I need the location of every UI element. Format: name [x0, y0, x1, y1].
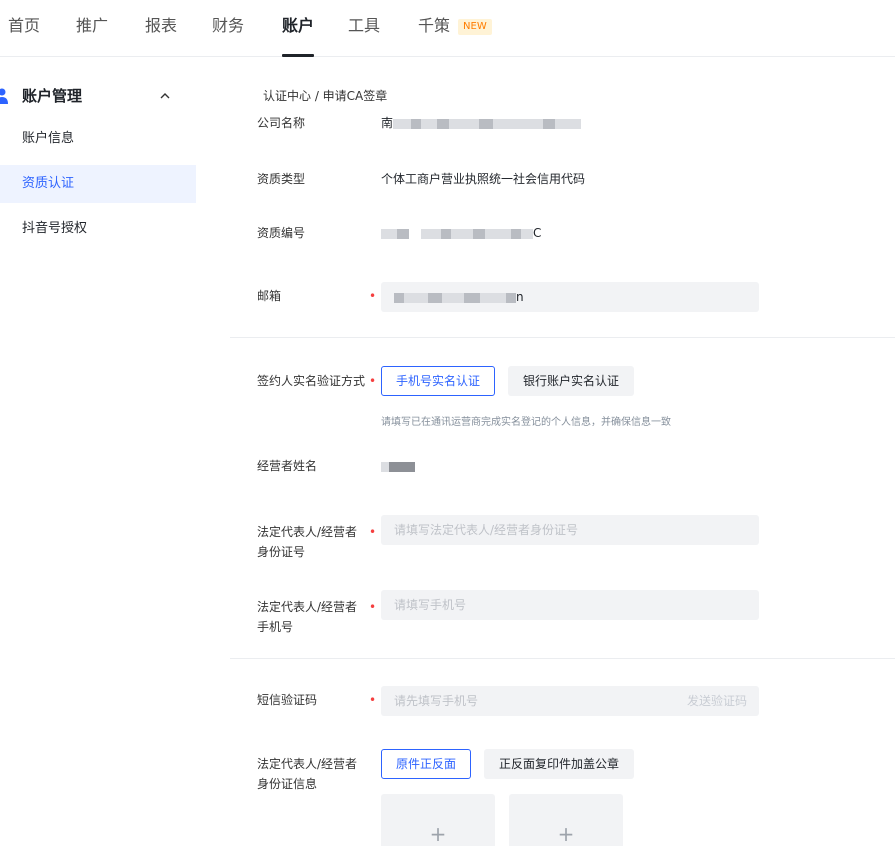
bank-verify-button[interactable]: 银行账户实名认证	[508, 366, 635, 396]
section-divider	[230, 337, 895, 338]
sidebar-group-account-management[interactable]: 账户管理	[0, 85, 196, 109]
nav-finance-label: 财务	[212, 16, 245, 35]
sidebar-group-label: 账户管理	[22, 87, 83, 105]
sidebar-item-label: 账户信息	[22, 131, 75, 146]
plus-icon: +	[557, 822, 575, 846]
email-field[interactable]: n	[381, 282, 759, 312]
phone-field[interactable]: 请填写手机号	[381, 590, 759, 620]
sidebar-item-qualification[interactable]: 资质认证	[0, 165, 196, 203]
redacted-block	[464, 292, 480, 303]
upload-front[interactable]: +	[381, 794, 495, 846]
sms-code-placeholder: 请先填写手机号	[394, 694, 479, 708]
upload-back[interactable]: +	[509, 794, 623, 846]
redacted-block	[543, 118, 556, 129]
original-both-sides-button[interactable]: 原件正反面	[381, 749, 472, 779]
redacted-block	[449, 118, 480, 129]
redacted-block	[451, 228, 473, 239]
redacted-block	[381, 228, 397, 239]
required-mark: •	[369, 693, 377, 707]
nav-finance[interactable]: 财务	[212, 14, 244, 44]
section-divider	[230, 658, 895, 659]
qualification-number-visible: C	[533, 226, 542, 240]
required-mark: •	[369, 600, 377, 614]
nav-reports-label: 报表	[145, 16, 178, 35]
redacted-block	[428, 292, 442, 303]
redacted-block	[389, 461, 415, 472]
nav-promotion[interactable]: 推广	[76, 14, 108, 44]
chevron-up-icon[interactable]	[158, 89, 172, 103]
id-info-label: 法定代表人/经营者身份证信息	[257, 757, 358, 791]
plus-icon: +	[429, 822, 447, 846]
redacted-block	[521, 228, 533, 239]
redacted-block	[394, 292, 404, 303]
phone-label: 法定代表人/经营者手机号	[257, 600, 358, 634]
redacted-block	[506, 292, 516, 303]
nav-account-label: 账户	[282, 16, 315, 35]
required-mark: •	[369, 374, 377, 388]
redacted-block	[411, 118, 422, 129]
redacted-block	[442, 292, 464, 303]
sidebar-item-label: 资质认证	[22, 176, 75, 191]
nav-tools[interactable]: 工具	[348, 14, 380, 44]
operator-name-label: 经营者姓名	[257, 459, 318, 473]
id-number-field[interactable]: 请填写法定代表人/经营者身份证号	[381, 515, 759, 545]
operator-name-value	[381, 456, 415, 476]
redacted-block	[555, 118, 582, 129]
company-name-visible: 南	[381, 116, 394, 130]
breadcrumb: 认证中心 / 申请CA签章	[263, 89, 388, 103]
send-code-button[interactable]: 发送验证码	[687, 686, 747, 716]
company-name-value: 南	[381, 113, 582, 133]
redacted-block	[441, 228, 451, 239]
nav-tools-label: 工具	[348, 16, 381, 35]
email-visible: n	[516, 290, 524, 304]
nav-home[interactable]: 首页	[8, 14, 40, 44]
new-badge: NEW	[458, 19, 492, 35]
copy-with-seal-button[interactable]: 正反面复印件加盖公章	[484, 749, 635, 779]
redacted-block	[479, 118, 494, 129]
nav-qiance[interactable]: 千策 NEW	[418, 14, 492, 44]
sidebar: 账户管理 账户信息 资质认证 抖音号授权	[0, 57, 210, 846]
redacted-block	[393, 118, 412, 129]
qualification-number-value: C	[381, 223, 541, 243]
sidebar-item-douyin-auth[interactable]: 抖音号授权	[0, 210, 196, 248]
redacted-block	[480, 292, 506, 303]
redacted-block	[437, 118, 450, 129]
required-mark: •	[369, 525, 377, 539]
sms-code-field[interactable]: 请先填写手机号 发送验证码	[381, 686, 759, 716]
redacted-block	[421, 118, 438, 129]
redacted-block	[381, 461, 389, 472]
phone-verify-button[interactable]: 手机号实名认证	[381, 366, 496, 396]
company-name-label: 公司名称	[257, 116, 306, 130]
redacted-block	[421, 228, 441, 239]
redacted-block	[493, 118, 544, 129]
account-management-icon	[0, 88, 8, 104]
redacted-block	[511, 228, 521, 239]
sidebar-item-account-info[interactable]: 账户信息	[0, 120, 196, 158]
email-label: 邮箱	[257, 289, 282, 303]
nav-qiance-label: 千策	[418, 16, 451, 35]
sms-code-label: 短信验证码	[257, 693, 318, 707]
nav-home-label: 首页	[8, 16, 41, 35]
redacted-block	[473, 228, 485, 239]
verify-method-label: 签约人实名验证方式	[257, 374, 366, 388]
top-nav: 首页 推广 报表 财务 账户 工具 千策 NEW	[0, 0, 895, 57]
nav-promotion-label: 推广	[76, 16, 109, 35]
main-content: 认证中心 / 申请CA签章 公司名称 南 资质类型 个体工商户营业执照统一社会信…	[230, 57, 895, 846]
id-number-label: 法定代表人/经营者身份证号	[257, 525, 358, 559]
redacted-block	[485, 228, 511, 239]
qualification-type-value: 个体工商户营业执照统一社会信用代码	[381, 172, 586, 186]
nav-reports[interactable]: 报表	[145, 14, 177, 44]
required-mark: •	[369, 289, 377, 303]
redacted-block	[404, 292, 428, 303]
nav-account[interactable]: 账户	[282, 14, 315, 57]
qualification-number-label: 资质编号	[257, 226, 306, 240]
redacted-block	[397, 228, 409, 239]
qualification-type-label: 资质类型	[257, 172, 306, 186]
sidebar-item-label: 抖音号授权	[22, 221, 88, 236]
verify-hint: 请填写已在通讯运营商完成实名登记的个人信息，并确保信息一致	[381, 417, 671, 428]
